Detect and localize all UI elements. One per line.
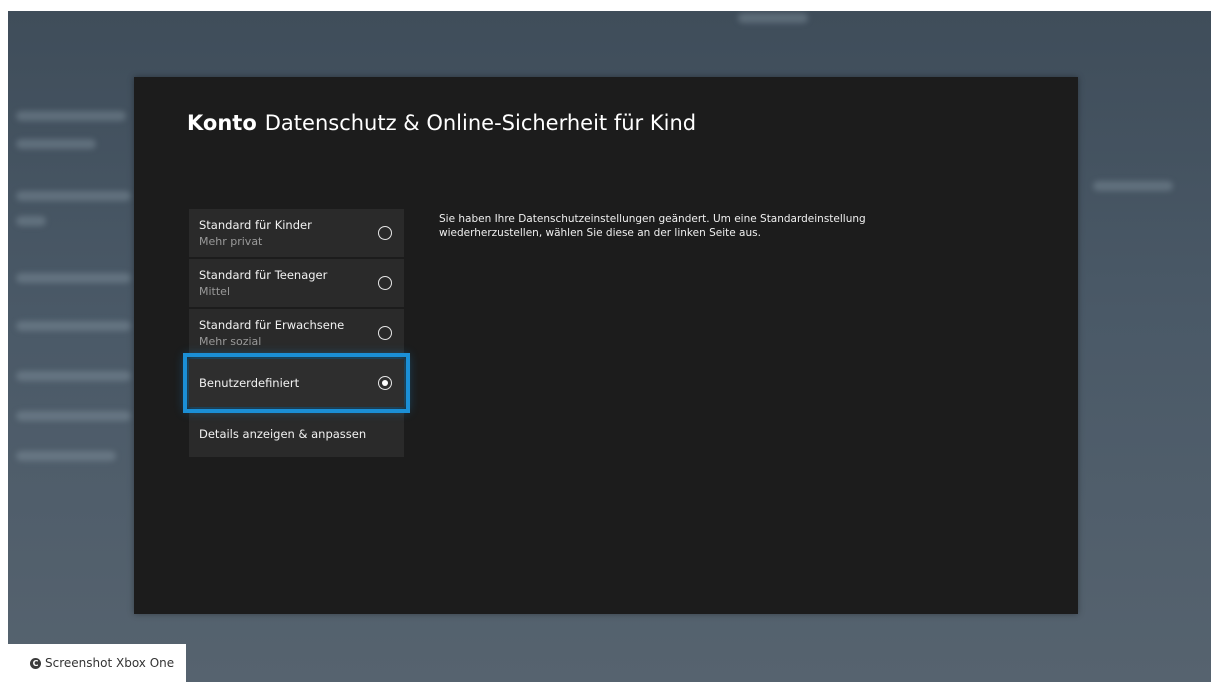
copyright-icon: C bbox=[30, 657, 41, 669]
radio-button-icon[interactable] bbox=[378, 226, 392, 240]
background-blur bbox=[738, 13, 808, 23]
title-subtitle: Datenschutz & Online-Sicherheit für Kind bbox=[264, 111, 697, 135]
privacy-dialog: Konto Datenschutz & Online-Sicherheit für… bbox=[134, 77, 1078, 614]
option-sublabel: Mittel bbox=[199, 285, 230, 298]
option-standard-erwachsene[interactable]: Standard für Erwachsene Mehr sozial bbox=[189, 309, 404, 357]
radio-button-icon[interactable] bbox=[378, 326, 392, 340]
background-blur bbox=[16, 216, 46, 226]
background-blur bbox=[16, 273, 131, 283]
background-blur bbox=[16, 321, 131, 331]
option-label: Standard für Teenager bbox=[199, 268, 328, 282]
info-message: Sie haben Ihre Datenschutzeinstellungen … bbox=[439, 213, 866, 239]
page-title: Konto Datenschutz & Online-Sicherheit für… bbox=[187, 111, 696, 135]
caption-text: Screenshot Xbox One bbox=[45, 656, 175, 670]
option-sublabel: Mehr sozial bbox=[199, 335, 262, 348]
option-standard-kinder[interactable]: Standard für Kinder Mehr privat bbox=[189, 209, 404, 257]
option-sublabel: Mehr privat bbox=[199, 235, 263, 248]
background-blur bbox=[16, 139, 96, 149]
option-standard-teenager[interactable]: Standard für Teenager Mittel bbox=[189, 259, 404, 307]
background-blur bbox=[16, 451, 116, 461]
option-label: Details anzeigen & anpassen bbox=[199, 427, 367, 441]
privacy-options-list: Standard für Kinder Mehr privat Standard… bbox=[183, 209, 410, 459]
background-blur bbox=[16, 371, 131, 381]
radio-button-icon[interactable] bbox=[378, 276, 392, 290]
option-label: Standard für Erwachsene bbox=[199, 318, 345, 332]
background-blur bbox=[16, 411, 131, 421]
background-blur bbox=[1093, 181, 1173, 191]
option-label: Benutzerdefiniert bbox=[199, 376, 300, 390]
radio-button-checked-icon[interactable] bbox=[378, 376, 392, 390]
background-blur bbox=[16, 191, 131, 201]
xbox-screen: Konto Datenschutz & Online-Sicherheit für… bbox=[8, 11, 1211, 682]
image-caption: C Screenshot Xbox One bbox=[8, 644, 186, 682]
option-label: Standard für Kinder bbox=[199, 218, 312, 232]
title-brand: Konto bbox=[187, 111, 257, 135]
option-benutzerdefiniert[interactable]: Benutzerdefiniert bbox=[183, 353, 410, 413]
details-anpassen-button[interactable]: Details anzeigen & anpassen bbox=[189, 409, 404, 457]
background-blur bbox=[16, 111, 126, 121]
